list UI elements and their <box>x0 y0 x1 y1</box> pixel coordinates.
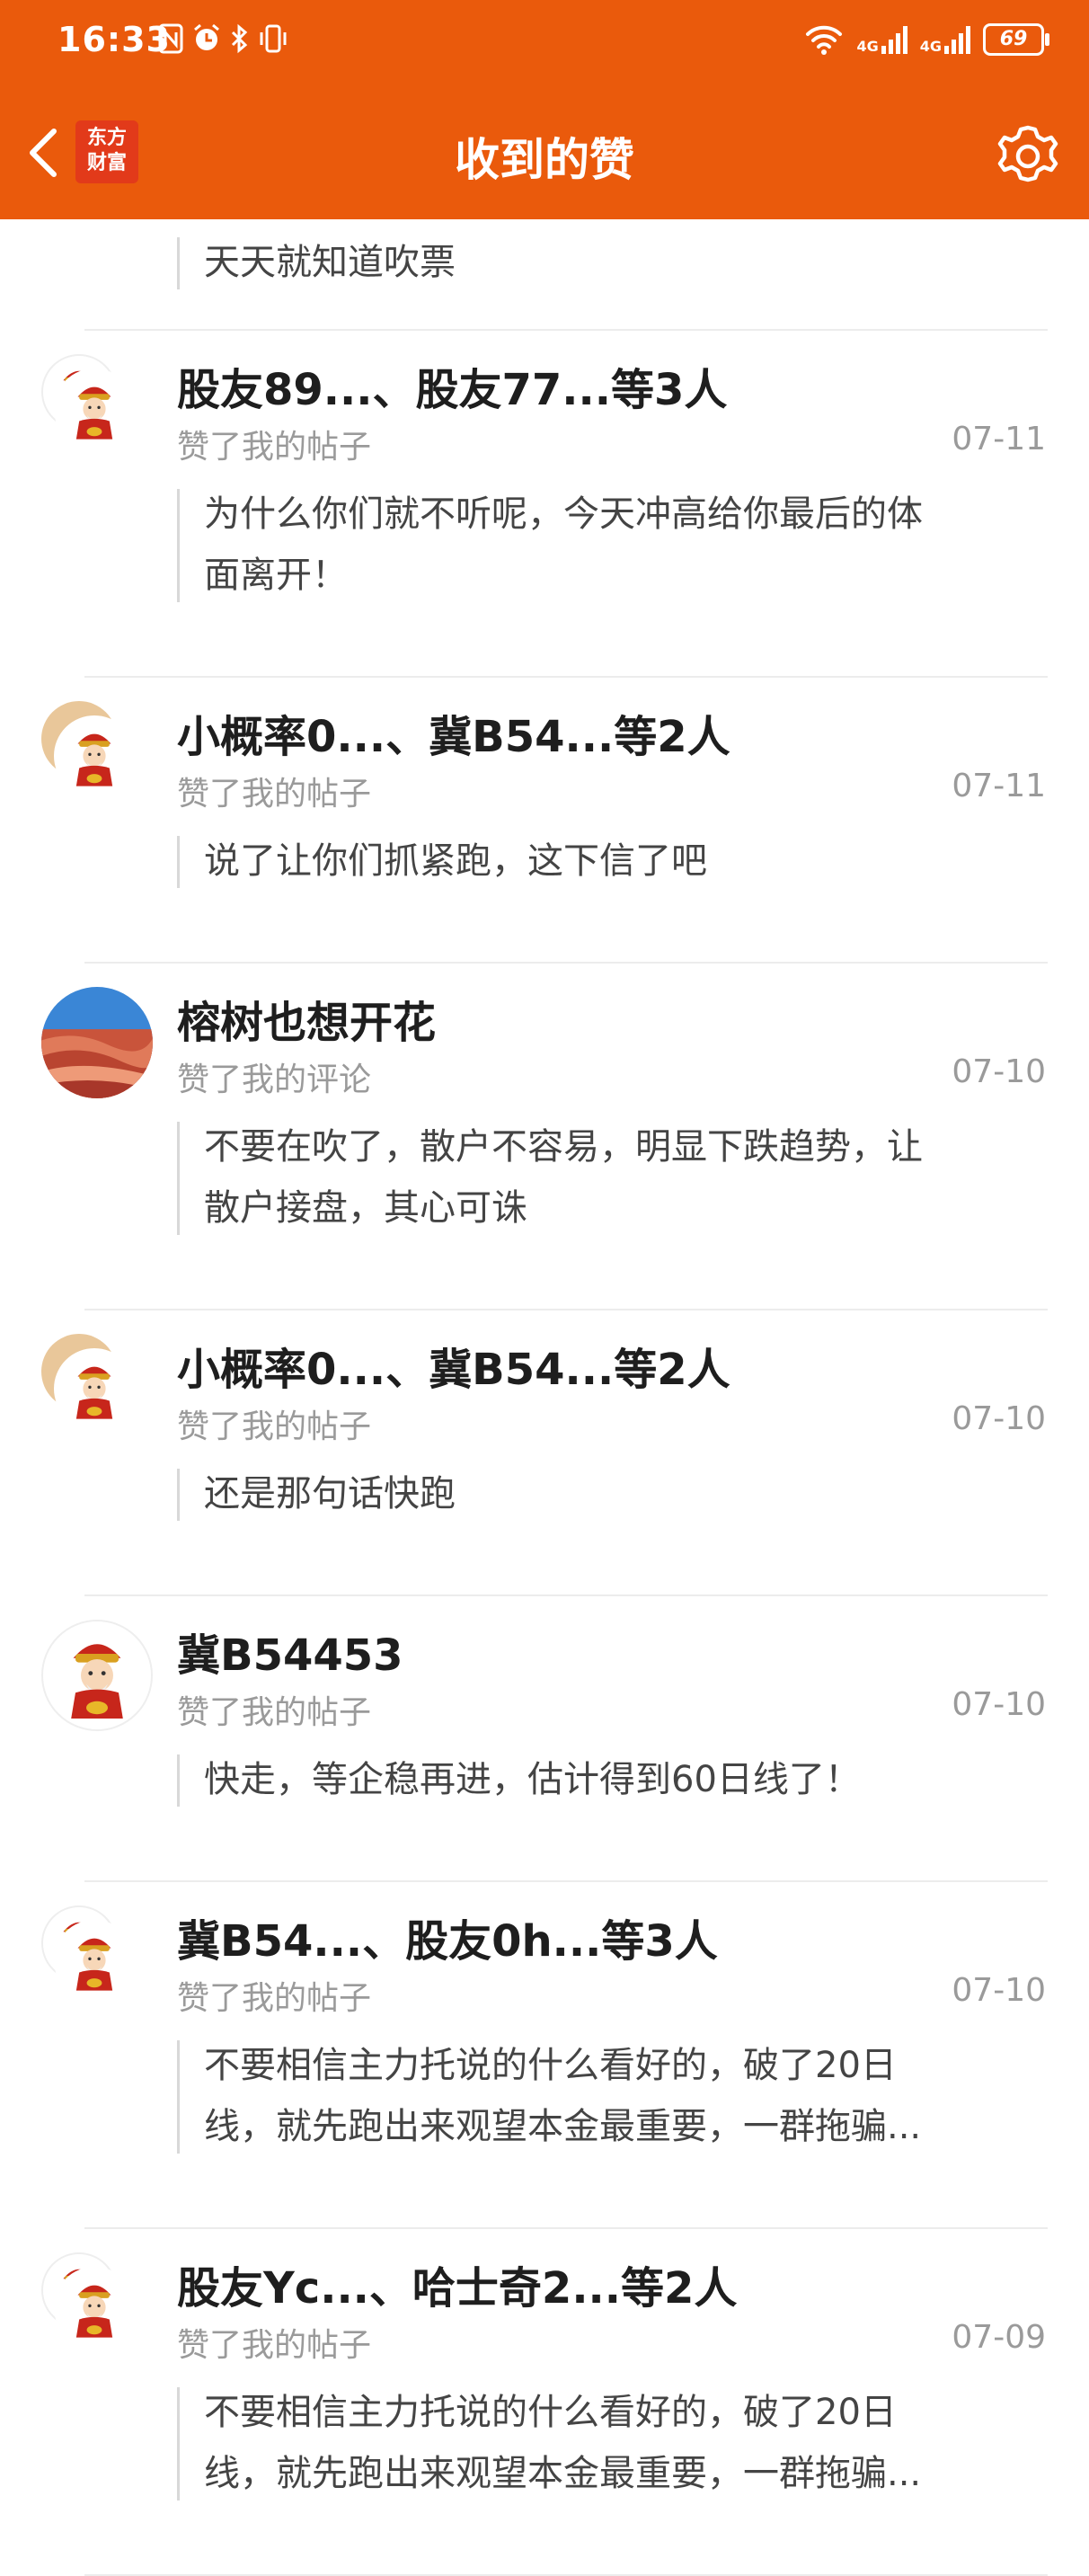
partial-list-item[interactable]: 天天就知道吹票 <box>0 219 1089 331</box>
likes-list: 天天就知道吹票 股友89...、股友77...等3人 赞了我的帖子 07-11 <box>0 219 1089 2576</box>
quote-text: 不要相信主力托说的什么看好的，破了20日 <box>204 2045 897 2086</box>
date-text: 07-10 <box>952 1053 1046 1090</box>
action-text: 赞了我的帖子 <box>177 429 372 466</box>
quote-bar <box>177 836 180 888</box>
quote-text: 散户接盘，其心可诛 <box>204 1187 527 1229</box>
action-text: 赞了我的评论 <box>177 1061 372 1098</box>
bluetooth-icon <box>231 23 248 54</box>
list-item[interactable]: 小概率0...、冀B54...等2人 赞了我的帖子 07-11 说了让你们抓紧跑… <box>0 678 1089 964</box>
liker-names[interactable]: 冀B54453 <box>177 1620 403 1683</box>
quote-bar <box>177 1122 180 1235</box>
avatar-group[interactable] <box>41 1905 158 2022</box>
status-right-icons: 4G 4G 69 <box>804 23 1049 56</box>
avatar-group[interactable] <box>41 701 158 818</box>
quote-text: 说了让你们抓紧跑，这下信了吧 <box>204 840 707 882</box>
date-text: 07-11 <box>952 421 1046 457</box>
quote-text: 为什么你们就不听呢，今天冲高给你最后的体 <box>204 493 923 535</box>
wifi-icon <box>806 25 843 55</box>
action-text: 赞了我的帖子 <box>177 776 372 813</box>
avatar-group[interactable] <box>41 987 158 1104</box>
quote-bar <box>177 2040 180 2154</box>
nfc-icon <box>158 23 183 54</box>
signal-bars-icon <box>944 26 970 54</box>
status-time: 16:33 <box>58 20 171 59</box>
list-item[interactable]: 冀B54453 赞了我的帖子 07-10 快走，等企稳再进，估计得到60日线了！ <box>0 1596 1089 1882</box>
date-text: 07-10 <box>952 1400 1046 1437</box>
quote-text: 不要相信主力托说的什么看好的，破了20日 <box>204 2392 897 2433</box>
liker-names[interactable]: 小概率0...、冀B54...等2人 <box>177 701 730 764</box>
action-text: 赞了我的帖子 <box>177 1408 372 1445</box>
date-text: 07-10 <box>952 1686 1046 1723</box>
quote-bar <box>177 2387 180 2500</box>
quote-bar <box>177 237 180 289</box>
quote-text: 还是那句话快跑 <box>204 1473 456 1515</box>
alarm-icon <box>194 23 219 50</box>
liker-names[interactable]: 冀B54...、股友0h...等3人 <box>177 1905 718 1968</box>
date-text: 07-10 <box>952 1972 1046 2009</box>
list-item[interactable]: 冀B54...、股友0h...等3人 赞了我的帖子 07-10 不要相信主力托说… <box>0 1882 1089 2229</box>
signal-1: 4G <box>856 24 908 55</box>
avatar-group[interactable] <box>41 1334 158 1451</box>
network-type-1: 4G <box>856 38 879 55</box>
battery-indicator: 69 <box>983 23 1049 56</box>
date-text: 07-11 <box>952 768 1046 804</box>
signal-bars-icon <box>881 26 908 54</box>
liker-names[interactable]: 小概率0...、冀B54...等2人 <box>177 1334 730 1397</box>
quote-bar <box>177 1754 180 1807</box>
network-type-2: 4G <box>919 38 942 55</box>
signal-2: 4G <box>920 24 970 55</box>
liker-names[interactable]: 股友89...、股友77...等3人 <box>177 354 727 417</box>
avatar[interactable] <box>54 2267 135 2348</box>
quote-bar <box>177 1469 180 1521</box>
avatar-group[interactable] <box>41 354 158 471</box>
quote-text: 线，就先跑出来观望本金最重要，一群拖骗... <box>204 2106 922 2147</box>
quote-text: 线，就先跑出来观望本金最重要，一群拖骗... <box>204 2453 922 2494</box>
quote-bar <box>177 489 180 602</box>
list-item[interactable]: 股友Yc...、哈士奇2...等2人 赞了我的帖子 07-09 不要相信主力托说… <box>0 2229 1089 2576</box>
quote-text: 天天就知道吹票 <box>204 242 456 283</box>
list-item[interactable]: 股友89...、股友77...等3人 赞了我的帖子 07-11 为什么你们就不听… <box>0 331 1089 678</box>
liker-names[interactable]: 榕树也想开花 <box>177 987 436 1050</box>
app-header: 16:33 4G 4G 69 东方 财富 收到的赞 <box>0 0 1089 219</box>
avatar-group[interactable] <box>41 1620 158 1737</box>
avatar[interactable] <box>54 715 135 796</box>
date-text: 07-09 <box>952 2319 1046 2356</box>
avatar[interactable] <box>54 369 135 449</box>
action-text: 赞了我的帖子 <box>177 1694 372 1731</box>
liker-names[interactable]: 股友Yc...、哈士奇2...等2人 <box>177 2252 737 2315</box>
avatar[interactable] <box>54 1348 135 1429</box>
list-item[interactable]: 小概率0...、冀B54...等2人 赞了我的帖子 07-10 还是那句话快跑 <box>0 1310 1089 1596</box>
quote-text: 面离开！ <box>204 555 348 596</box>
settings-gear-icon[interactable] <box>994 122 1062 191</box>
status-left-icons <box>158 23 288 54</box>
action-text: 赞了我的帖子 <box>177 2327 372 2364</box>
quote-text: 快走，等企稳再进，估计得到60日线了！ <box>204 1759 861 1800</box>
avatar[interactable] <box>41 1620 153 1731</box>
avatar[interactable] <box>54 1920 135 2001</box>
list-item[interactable]: 榕树也想开花 赞了我的评论 07-10 不要在吹了，散户不容易，明显下跌趋势，让… <box>0 964 1089 1310</box>
vibrate-icon <box>260 24 287 53</box>
action-text: 赞了我的帖子 <box>177 1980 372 2017</box>
avatar-group[interactable] <box>41 2252 158 2369</box>
quote-text: 不要在吹了，散户不容易，明显下跌趋势，让 <box>204 1126 923 1168</box>
page-title: 收到的赞 <box>455 134 634 186</box>
avatar[interactable] <box>41 987 153 1098</box>
